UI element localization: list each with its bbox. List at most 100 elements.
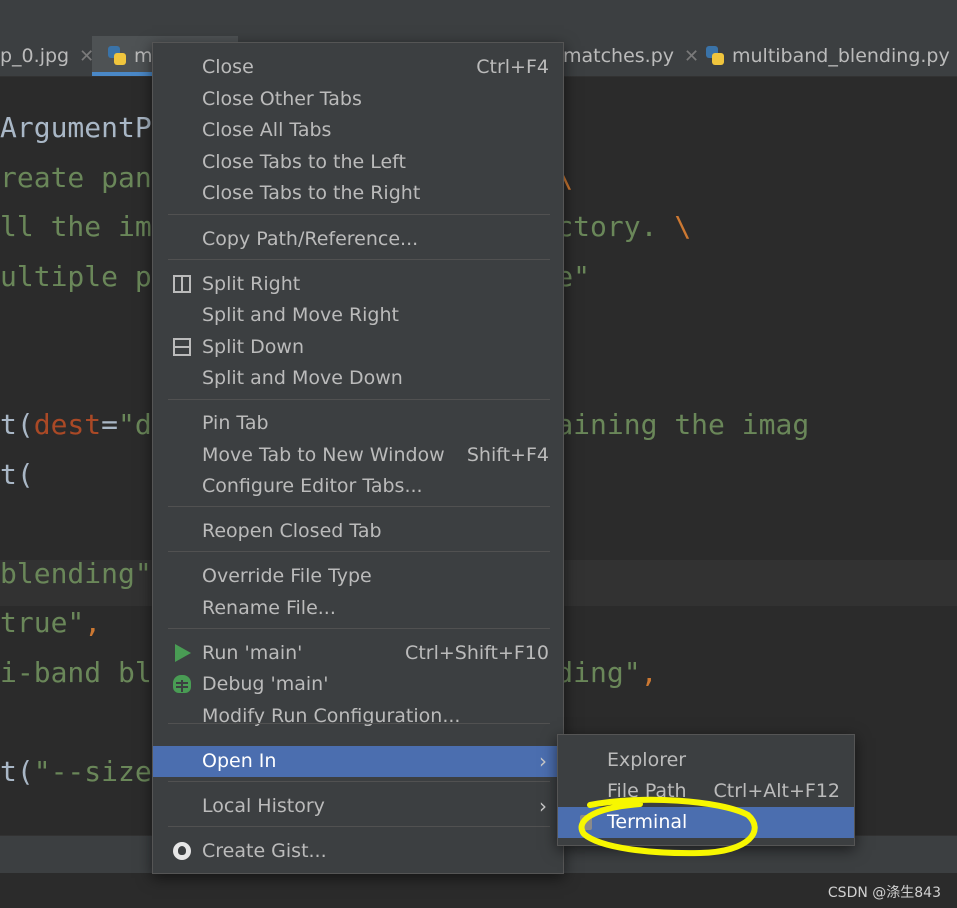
split-down-icon xyxy=(173,338,191,356)
menu-item-shortcut: Ctrl+F4 xyxy=(476,56,549,78)
code-token: \ xyxy=(674,210,692,243)
menu-item-reopen-closed-tab[interactable]: Reopen Closed Tab xyxy=(153,516,563,547)
menu-item-label: Split and Move Right xyxy=(202,304,399,326)
menu-item-run-main[interactable]: Run 'main' Ctrl+Shift+F10 xyxy=(153,638,563,669)
menu-item-label: Close Tabs to the Right xyxy=(202,182,421,204)
code-token: , xyxy=(640,656,658,689)
menu-item-label: Split Right xyxy=(202,273,301,295)
tab-label: m xyxy=(134,45,153,67)
menu-item-label: Debug 'main' xyxy=(202,673,329,695)
chevron-right-icon: › xyxy=(539,749,547,773)
github-icon xyxy=(173,842,191,860)
menu-separator xyxy=(168,723,550,724)
tab-p0-jpg[interactable]: p_0.jpg ✕ xyxy=(0,36,94,76)
submenu-item-shortcut: Ctrl+Alt+F12 xyxy=(713,780,840,802)
tab-matches[interactable]: matches.py ✕ xyxy=(563,36,699,76)
code-token: "d xyxy=(118,408,152,441)
menu-item-rename-file[interactable]: Rename File... xyxy=(153,593,563,624)
submenu-item-label: File Path xyxy=(607,780,687,802)
code-token: t( xyxy=(0,408,34,441)
code-line: true", xyxy=(0,598,101,648)
menu-item-debug-main[interactable]: Debug 'main' xyxy=(153,669,563,700)
code-token: t( xyxy=(0,755,34,788)
code-token: dest xyxy=(33,408,102,441)
menu-item-copy-path-reference[interactable]: Copy Path/Reference... xyxy=(153,224,563,255)
code-line: ArgumentP xyxy=(0,103,152,153)
menu-item-pin-tab[interactable]: Pin Tab xyxy=(153,408,563,439)
menu-item-local-history[interactable]: Local History › xyxy=(153,791,563,822)
menu-item-modify-run-configuration[interactable]: Modify Run Configuration... xyxy=(153,701,563,732)
submenu-item-explorer[interactable]: Explorer xyxy=(558,745,854,776)
menu-item-open-in[interactable]: Open In › xyxy=(153,746,563,777)
code-token: = xyxy=(101,408,119,441)
menu-item-split-right[interactable]: Split Right xyxy=(153,269,563,300)
tab-label: p_0.jpg xyxy=(0,45,70,67)
code-token: t( xyxy=(0,458,34,491)
menu-separator xyxy=(168,259,550,260)
code-token: blending" xyxy=(0,557,152,590)
code-token: ArgumentP xyxy=(0,111,152,144)
menu-item-close-other-tabs[interactable]: Close Other Tabs xyxy=(153,84,563,115)
menu-item-label: Close Other Tabs xyxy=(202,88,362,110)
tab-label: multiband_blending.py xyxy=(732,45,950,67)
submenu-item-file-path[interactable]: File Path Ctrl+Alt+F12 xyxy=(558,776,854,807)
tab-context-menu: Close Ctrl+F4 Close Other Tabs Close All Ta… xyxy=(152,42,564,874)
menu-item-label: Open In xyxy=(202,750,277,772)
menu-item-label: Local History xyxy=(202,795,325,817)
menu-item-label: Configure Editor Tabs... xyxy=(202,475,423,497)
menu-item-label: Reopen Closed Tab xyxy=(202,520,382,542)
menu-separator xyxy=(168,399,550,400)
menu-separator xyxy=(168,628,550,629)
code-token: ultiple p xyxy=(0,260,152,293)
menu-item-close[interactable]: Close Ctrl+F4 xyxy=(153,52,563,83)
menu-item-label: Copy Path/Reference... xyxy=(202,228,419,250)
code-token: reate pan xyxy=(0,161,152,194)
menu-separator xyxy=(168,506,550,507)
menu-item-create-gist[interactable]: Create Gist... xyxy=(153,836,563,867)
menu-item-label: Run 'main' xyxy=(202,642,303,664)
submenu-item-label: Explorer xyxy=(607,749,687,771)
code-token: ll the im xyxy=(0,210,152,243)
menu-item-configure-editor-tabs[interactable]: Configure Editor Tabs... xyxy=(153,471,563,502)
tab-multiband-blending[interactable]: multiband_blending.py xyxy=(704,36,957,76)
chevron-right-icon: › xyxy=(539,794,547,818)
menu-separator xyxy=(168,551,550,552)
open-in-submenu: Explorer File Path Ctrl+Alt+F12 Terminal xyxy=(557,734,855,846)
tab-label: matches.py xyxy=(563,45,675,67)
menu-item-close-tabs-to-the-right[interactable]: Close Tabs to the Right xyxy=(153,178,563,209)
menu-item-label: Close Tabs to the Left xyxy=(202,151,406,173)
code-token: "--size xyxy=(33,755,152,788)
close-icon[interactable]: ✕ xyxy=(684,46,699,67)
menu-item-close-all-tabs[interactable]: Close All Tabs xyxy=(153,115,563,146)
split-right-icon xyxy=(173,275,191,293)
code-line: t( xyxy=(0,450,34,500)
menu-separator xyxy=(168,781,550,782)
code-line: blending" xyxy=(0,549,152,599)
menu-item-move-tab-to-new-window[interactable]: Move Tab to New Window Shift+F4 xyxy=(153,440,563,471)
status-bar xyxy=(0,873,957,908)
menu-item-override-file-type[interactable]: Override File Type xyxy=(153,561,563,592)
menu-item-label: Split Down xyxy=(202,336,305,358)
terminal-icon xyxy=(580,815,592,830)
menu-item-label: Override File Type xyxy=(202,565,372,587)
menu-item-label: Create Gist... xyxy=(202,840,327,862)
menu-separator xyxy=(168,826,550,827)
code-token: , xyxy=(84,606,102,639)
menu-item-label: Split and Move Down xyxy=(202,367,403,389)
submenu-item-label: Terminal xyxy=(607,811,688,833)
menu-item-close-tabs-to-the-left[interactable]: Close Tabs to the Left xyxy=(153,147,563,178)
python-file-icon xyxy=(704,45,726,67)
menu-item-label: Rename File... xyxy=(202,597,336,619)
title-bar xyxy=(0,0,957,37)
code-token: i-band bl xyxy=(0,656,152,689)
menu-item-split-and-move-right[interactable]: Split and Move Right xyxy=(153,300,563,331)
menu-item-split-down[interactable]: Split Down xyxy=(153,332,563,363)
menu-item-label: Move Tab to New Window xyxy=(202,444,445,466)
submenu-item-terminal[interactable]: Terminal xyxy=(558,807,854,838)
run-icon xyxy=(175,644,191,662)
watermark: CSDN @涤生843 xyxy=(827,885,941,901)
menu-item-split-and-move-down[interactable]: Split and Move Down xyxy=(153,363,563,394)
code-token: true" xyxy=(0,606,85,639)
menu-item-label: Modify Run Configuration... xyxy=(202,705,461,727)
menu-item-shortcut: Ctrl+Shift+F10 xyxy=(405,642,549,664)
